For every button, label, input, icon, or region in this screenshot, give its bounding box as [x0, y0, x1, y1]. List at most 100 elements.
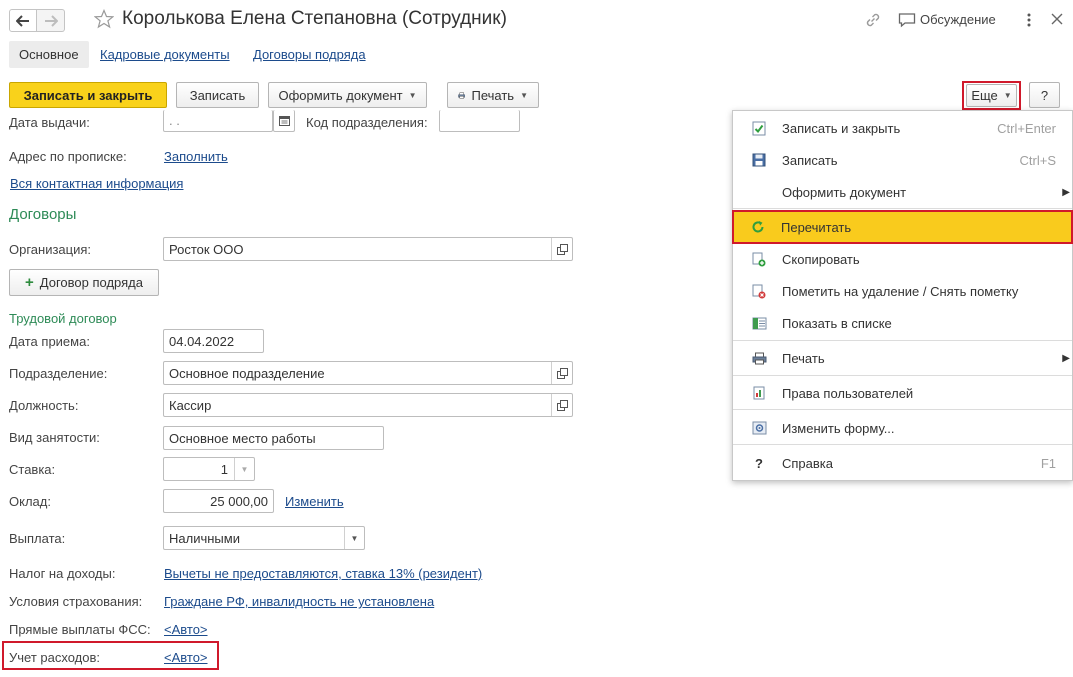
- menu-separator: [733, 375, 1072, 376]
- close-icon[interactable]: [1051, 13, 1063, 28]
- open-division-button[interactable]: [551, 362, 572, 384]
- favorite-star-icon[interactable]: [93, 8, 115, 32]
- menu-item-help[interactable]: ? Справка F1: [733, 447, 1072, 479]
- plus-icon: +: [25, 274, 34, 291]
- dept-code-field[interactable]: [439, 110, 520, 132]
- user-rights-icon: [751, 385, 767, 401]
- division-field[interactable]: Основное подразделение: [163, 361, 573, 385]
- issue-date-label: Дата выдачи:: [9, 115, 90, 130]
- print-button[interactable]: Печать ▼: [447, 82, 539, 108]
- copy-icon: [751, 251, 767, 267]
- save-button[interactable]: Записать: [176, 82, 259, 108]
- forward-button[interactable]: [37, 9, 65, 32]
- hire-date-label: Дата приема:: [9, 334, 90, 349]
- menu-separator: [733, 444, 1072, 445]
- more-menu: Записать и закрыть Ctrl+Enter Записать C…: [732, 110, 1073, 481]
- payment-dropdown-button[interactable]: ▼: [344, 527, 364, 549]
- rate-field[interactable]: 1 ▼: [163, 457, 255, 481]
- position-value: Кассир: [169, 397, 212, 413]
- help-icon: ?: [755, 455, 763, 471]
- menu-item-save[interactable]: Записать Ctrl+S: [733, 144, 1072, 176]
- menu-item-label: Права пользователей: [782, 385, 914, 401]
- menu-item-print[interactable]: Печать ▶: [733, 342, 1072, 374]
- tab-main[interactable]: Основное: [9, 41, 89, 68]
- employment-value: Основное место работы: [169, 430, 316, 446]
- menu-item-label: Печать: [782, 350, 825, 366]
- employment-field[interactable]: Основное место работы: [163, 426, 384, 450]
- arrow-right-icon: [44, 14, 58, 27]
- menu-item-shortcut: F1: [1040, 455, 1056, 471]
- menu-item-user-rights[interactable]: Права пользователей: [733, 377, 1072, 409]
- menu-separator: [733, 208, 1072, 209]
- menu-item-label: Изменить форму...: [782, 420, 895, 436]
- open-icon: [556, 399, 568, 411]
- more-button[interactable]: Еще ▼: [966, 84, 1017, 107]
- help-label: ?: [1040, 87, 1049, 103]
- menu-item-label: Справка: [782, 455, 833, 471]
- insurance-link[interactable]: Граждане РФ, инвалидность не установлена: [164, 594, 434, 609]
- menu-item-show-in-list[interactable]: Показать в списке: [733, 307, 1072, 339]
- menu-item-label: Записать и закрыть: [782, 120, 901, 136]
- hire-date-field[interactable]: 04.04.2022: [163, 329, 264, 353]
- open-icon: [556, 367, 568, 379]
- labor-contract-heading: Трудовой договор: [9, 311, 117, 326]
- menu-item-label: Скопировать: [782, 251, 860, 267]
- save-close-button[interactable]: Записать и закрыть: [9, 82, 167, 108]
- salary-field[interactable]: 25 000,00: [163, 489, 274, 513]
- contracts-heading: Договоры: [9, 206, 77, 223]
- fss-label: Прямые выплаты ФСС:: [9, 622, 151, 637]
- all-contacts-link[interactable]: Вся контактная информация: [10, 176, 183, 191]
- open-icon: [556, 243, 568, 255]
- salary-change-link[interactable]: Изменить: [285, 494, 344, 509]
- org-field[interactable]: Росток ООО: [163, 237, 573, 261]
- printer-icon: [458, 92, 466, 98]
- hire-date-value: 04.04.2022: [169, 333, 235, 349]
- tab-contracts[interactable]: Договоры подряда: [253, 47, 366, 62]
- help-button[interactable]: ?: [1029, 82, 1060, 108]
- menu-item-create-document[interactable]: Оформить документ ▶: [733, 176, 1072, 208]
- menu-item-change-form[interactable]: Изменить форму...: [733, 412, 1072, 444]
- calendar-icon: [278, 116, 290, 126]
- more-actions-icon[interactable]: [1024, 12, 1034, 31]
- calendar-button[interactable]: [273, 110, 295, 132]
- menu-item-label: Перечитать: [781, 219, 852, 235]
- tab-hr-documents[interactable]: Кадровые документы: [100, 47, 230, 62]
- expense-link[interactable]: <Авто>: [164, 650, 208, 665]
- add-contract-button[interactable]: + Договор подряда: [9, 269, 159, 296]
- show-in-list-icon: [751, 315, 767, 331]
- menu-separator: [733, 409, 1072, 410]
- menu-item-save-close[interactable]: Записать и закрыть Ctrl+Enter: [733, 112, 1072, 144]
- open-org-button[interactable]: [551, 238, 572, 260]
- save-close-label: Записать и закрыть: [23, 87, 153, 103]
- discussion-button[interactable]: Обсуждение: [920, 12, 996, 27]
- menu-item-shortcut: Ctrl+S: [1019, 152, 1056, 168]
- back-button[interactable]: [9, 9, 37, 32]
- menu-item-shortcut: Ctrl+Enter: [997, 120, 1056, 136]
- mark-delete-icon: [751, 283, 767, 299]
- link-icon[interactable]: [864, 11, 882, 32]
- printer-icon: [751, 350, 767, 366]
- rate-dropdown-button[interactable]: ▼: [234, 458, 254, 480]
- payment-value: Наличными: [169, 530, 240, 546]
- open-position-button[interactable]: [551, 394, 572, 416]
- tax-label: Налог на доходы:: [9, 566, 116, 581]
- refresh-icon: [750, 219, 766, 235]
- menu-item-reread[interactable]: Перечитать: [732, 210, 1073, 244]
- tax-link[interactable]: Вычеты не предоставляются, ставка 13% (р…: [164, 566, 482, 581]
- expense-label: Учет расходов:: [9, 650, 100, 665]
- position-field[interactable]: Кассир: [163, 393, 573, 417]
- payment-select[interactable]: Наличными ▼: [163, 526, 365, 550]
- discussion-icon[interactable]: [898, 12, 916, 31]
- issue-date-field[interactable]: . .: [163, 110, 273, 132]
- address-fill-link[interactable]: Заполнить: [164, 149, 228, 164]
- chevron-down-icon: ▼: [1003, 91, 1012, 100]
- insurance-label: Условия страхования:: [9, 594, 143, 609]
- create-document-button[interactable]: Оформить документ ▼: [268, 82, 427, 108]
- create-document-label: Оформить документ: [278, 87, 403, 103]
- menu-item-mark-delete[interactable]: Пометить на удаление / Снять пометку: [733, 275, 1072, 307]
- submenu-arrow-icon: ▶: [1062, 186, 1070, 198]
- chevron-down-icon: ▼: [350, 533, 359, 543]
- fss-link[interactable]: <Авто>: [164, 622, 208, 637]
- menu-item-copy[interactable]: Скопировать: [733, 243, 1072, 275]
- print-label: Печать: [471, 87, 515, 103]
